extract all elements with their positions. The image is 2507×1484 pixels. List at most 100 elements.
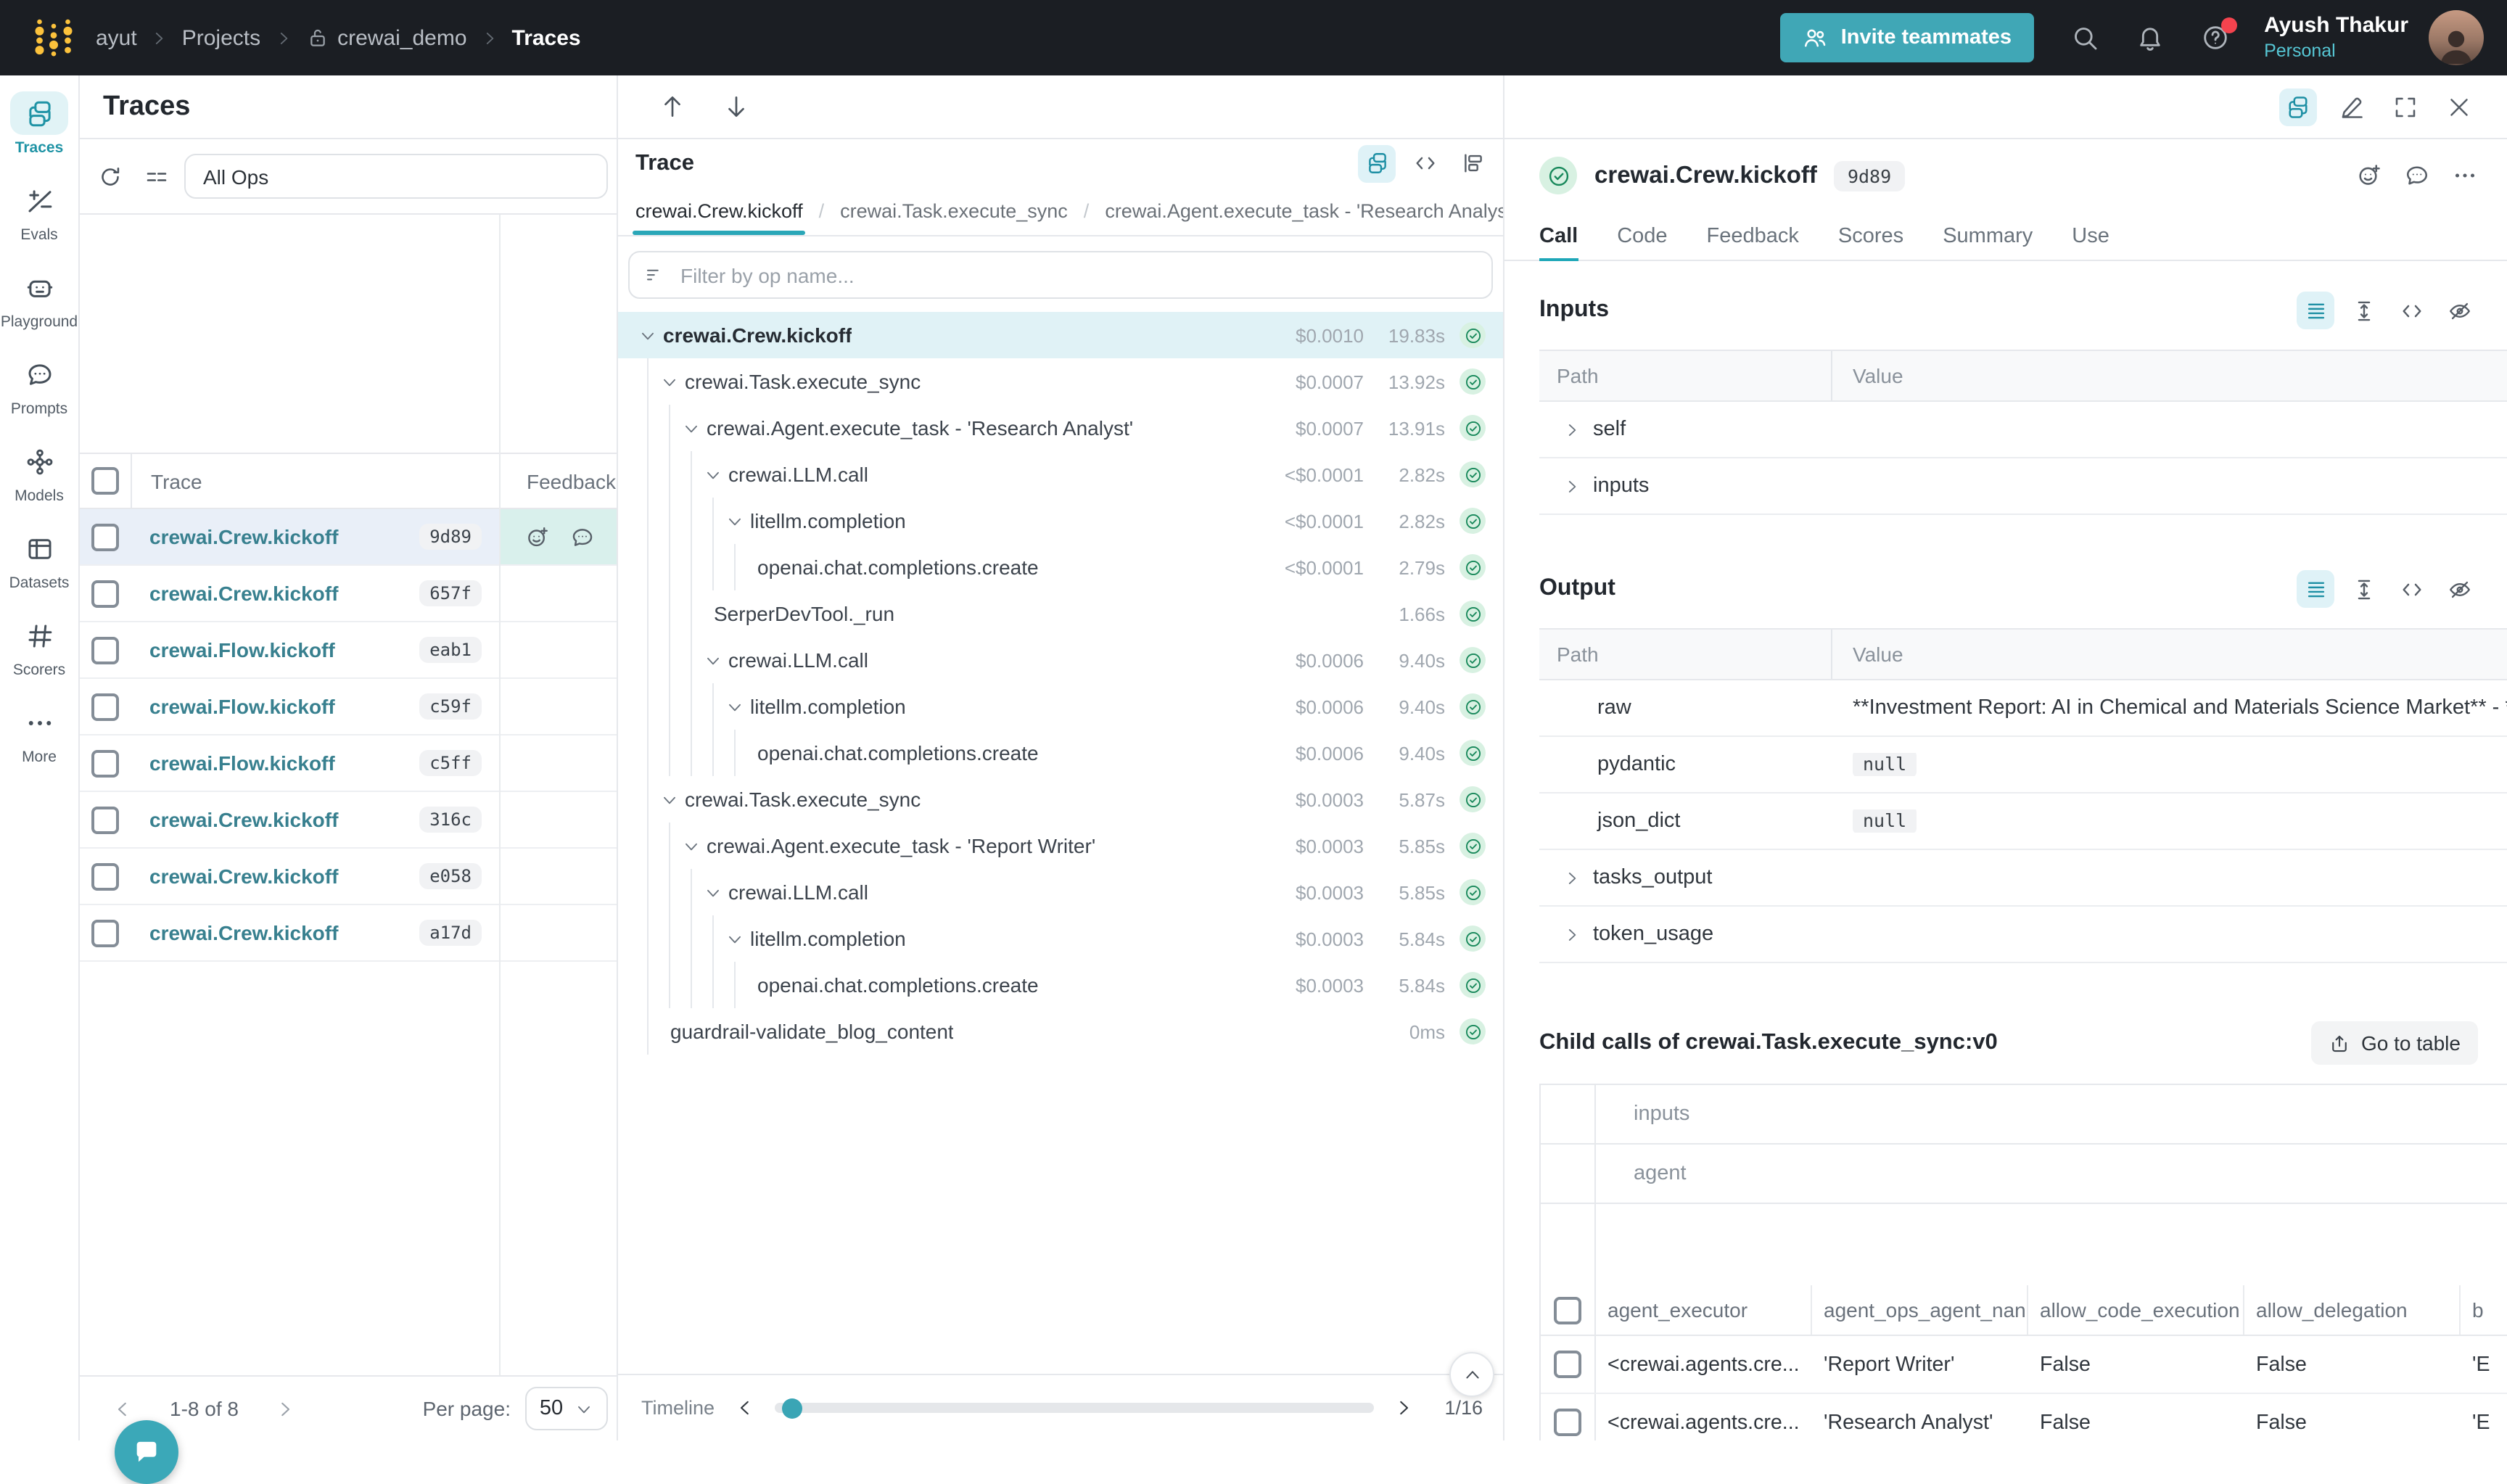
call-tree-row[interactable]: guardrail-validate_blog_content0ms: [618, 1008, 1503, 1055]
call-tree-row[interactable]: openai.chat.completions.create<$0.00012.…: [618, 544, 1503, 590]
bell-icon[interactable]: [2135, 23, 2164, 52]
timeline-prev-icon[interactable]: [733, 1397, 755, 1419]
trace-crumb-tab[interactable]: crewai.Agent.execute_task - 'Research An…: [1102, 187, 1503, 235]
call-tree-row[interactable]: crewai.Task.execute_sync$0.00035.87s: [618, 776, 1503, 823]
sidebar-item-prompts[interactable]: Prompts: [0, 353, 78, 418]
code-view-button[interactable]: [1406, 144, 1444, 182]
avatar[interactable]: [2429, 10, 2484, 65]
tab-code[interactable]: Code: [1617, 212, 1667, 260]
sidebar-item-datasets[interactable]: Datasets: [0, 527, 78, 592]
code-view-button[interactable]: [2392, 292, 2430, 329]
add-reaction-icon[interactable]: [525, 524, 550, 549]
call-tree-row[interactable]: crewai.Agent.execute_task - 'Report Writ…: [618, 823, 1503, 869]
breadcrumb-item-crewai_demo[interactable]: crewai_demo: [305, 25, 466, 50]
tree-view-button[interactable]: [1358, 144, 1396, 182]
op-name-filter-input[interactable]: [678, 262, 1477, 288]
hide-button[interactable]: [2440, 292, 2478, 329]
trace-crumb-tab[interactable]: crewai.Task.execute_sync: [837, 187, 1071, 235]
breadcrumb-item-Traces[interactable]: Traces: [512, 25, 581, 50]
kv-path[interactable]: tasks_output: [1539, 866, 1832, 889]
help-button[interactable]: [2200, 23, 2229, 52]
trace-name-link[interactable]: crewai.Crew.kickoff: [149, 582, 338, 605]
row-checkbox[interactable]: [91, 580, 119, 607]
overflow-menu-icon[interactable]: [2452, 162, 2478, 189]
row-checkbox[interactable]: [91, 693, 119, 720]
code-view-button[interactable]: [2392, 570, 2430, 608]
sidebar-item-evals[interactable]: Evals: [0, 178, 78, 244]
call-tree-row[interactable]: openai.chat.completions.create$0.00069.4…: [618, 730, 1503, 776]
trace-name-link[interactable]: crewai.Flow.kickoff: [149, 638, 335, 661]
row-checkbox[interactable]: [91, 862, 119, 890]
support-chat-button[interactable]: [115, 1420, 178, 1484]
trace-name-link[interactable]: crewai.Crew.kickoff: [149, 525, 338, 548]
invite-teammates-button[interactable]: Invite teammates: [1780, 13, 2033, 62]
expand-rows-button[interactable]: [2345, 570, 2382, 608]
table-row[interactable]: crewai.Crew.kickoff9d89: [80, 509, 617, 566]
kv-path[interactable]: self: [1539, 418, 1832, 441]
column-settings-button[interactable]: [138, 157, 176, 195]
tab-feedback[interactable]: Feedback: [1707, 212, 1799, 260]
tab-scores[interactable]: Scores: [1838, 212, 1903, 260]
expand-rows-button[interactable]: [2345, 292, 2382, 329]
kv-path[interactable]: token_usage: [1539, 923, 1832, 946]
table-row[interactable]: crewai.Crew.kickoff657f: [80, 566, 617, 622]
row-checkbox[interactable]: [91, 919, 119, 947]
refresh-button[interactable]: [91, 157, 129, 195]
search-icon[interactable]: [2070, 23, 2099, 52]
flame-view-button[interactable]: [1454, 144, 1491, 182]
trace-name-link[interactable]: crewai.Crew.kickoff: [149, 921, 338, 944]
table-row[interactable]: crewai.Flow.kickoffc5ff: [80, 735, 617, 792]
prev-page-icon[interactable]: [112, 1398, 133, 1419]
row-checkbox[interactable]: [1554, 1409, 1581, 1436]
column-header-allow_delegation[interactable]: allow_delegation: [2244, 1285, 2461, 1335]
list-view-button[interactable]: [2297, 292, 2334, 329]
child-call-row[interactable]: <crewai.agents.cre...'Research Analyst'F…: [1541, 1394, 2507, 1440]
fullscreen-button[interactable]: [2387, 88, 2424, 125]
wandb-logo-icon[interactable]: [32, 16, 75, 59]
select-all-checkbox[interactable]: [91, 467, 119, 495]
sidebar-item-traces[interactable]: Traces: [0, 91, 78, 157]
collapse-timeline-button[interactable]: [1449, 1352, 1494, 1397]
timeline-next-icon[interactable]: [1393, 1397, 1415, 1419]
prev-trace-button[interactable]: [653, 88, 691, 125]
table-row[interactable]: crewai.Crew.kickoffa17d: [80, 905, 617, 962]
user-menu[interactable]: Ayush Thakur Personal: [2264, 13, 2408, 63]
column-header-b[interactable]: b: [2461, 1285, 2507, 1335]
sidebar-item-more[interactable]: More: [0, 701, 78, 766]
per-page-select[interactable]: 50: [525, 1387, 608, 1430]
tab-call[interactable]: Call: [1539, 212, 1578, 260]
call-id-badge[interactable]: 9d89: [1835, 160, 1904, 191]
row-checkbox[interactable]: [91, 636, 119, 664]
trace-name-link[interactable]: crewai.Crew.kickoff: [149, 865, 338, 888]
row-checkbox[interactable]: [91, 806, 119, 833]
call-tree-row[interactable]: crewai.LLM.call<$0.00012.82s: [618, 451, 1503, 498]
trace-crumb-tab[interactable]: crewai.Crew.kickoff: [633, 187, 806, 235]
call-tree-row[interactable]: crewai.Agent.execute_task - 'Research An…: [618, 405, 1503, 451]
row-checkbox[interactable]: [91, 749, 119, 777]
call-tree-row[interactable]: litellm.completion<$0.00012.82s: [618, 498, 1503, 544]
list-view-button[interactable]: [2297, 570, 2334, 608]
call-tree-row[interactable]: crewai.LLM.call$0.00035.85s: [618, 869, 1503, 915]
call-tree-row[interactable]: crewai.Crew.kickoff$0.001019.83s: [618, 312, 1503, 358]
call-tree-row[interactable]: openai.chat.completions.create$0.00035.8…: [618, 962, 1503, 1008]
call-tree-row[interactable]: litellm.completion$0.00069.40s: [618, 683, 1503, 730]
breadcrumb-item-Projects[interactable]: Projects: [182, 25, 260, 50]
go-to-table-button[interactable]: Go to table: [2310, 1021, 2478, 1065]
call-tree-row[interactable]: crewai.LLM.call$0.00069.40s: [618, 637, 1503, 683]
trace-name-link[interactable]: crewai.Flow.kickoff: [149, 751, 335, 775]
column-header-agent_executor[interactable]: agent_executor: [1596, 1285, 1812, 1335]
select-all-checkbox[interactable]: [1554, 1296, 1581, 1324]
call-tree-row[interactable]: crewai.Task.execute_sync$0.000713.92s: [618, 358, 1503, 405]
table-row[interactable]: crewai.Flow.kickoffeab1: [80, 622, 617, 679]
comment-icon[interactable]: [570, 524, 595, 549]
child-call-row[interactable]: <crewai.agents.cre...'Report Writer'Fals…: [1541, 1336, 2507, 1394]
table-row[interactable]: crewai.Crew.kickoffe058: [80, 849, 617, 905]
show-tree-button[interactable]: [2279, 88, 2317, 125]
trace-name-link[interactable]: crewai.Crew.kickoff: [149, 808, 338, 831]
comment-icon[interactable]: [2404, 162, 2430, 189]
call-tree-row[interactable]: SerperDevTool._run1.66s: [618, 590, 1503, 637]
kv-path[interactable]: inputs: [1539, 474, 1832, 498]
trace-name-link[interactable]: crewai.Flow.kickoff: [149, 695, 335, 718]
trace-column-header[interactable]: Trace: [132, 469, 501, 492]
hide-button[interactable]: [2440, 570, 2478, 608]
